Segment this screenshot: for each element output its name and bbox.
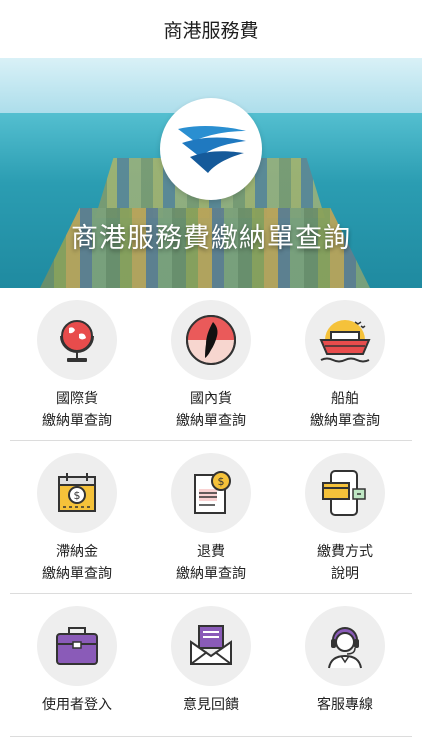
menu-user-login[interactable]: 使用者登入: [10, 594, 144, 736]
svg-text:$: $: [74, 489, 81, 502]
globe-icon: [37, 300, 117, 380]
menu-label: 國內貨: [190, 391, 232, 407]
menu-customer-service[interactable]: 客服專線: [278, 594, 412, 736]
menu-row: $ 滯納金 繳納單查詢 $ 退費 繳納單查詢 繳費方式 說明: [10, 441, 412, 594]
menu-grid: 國際貨 繳納單查詢 國內貨 繳納單查詢 船舶 繳納單查詢 $ 滯納金 繳納單查詢…: [0, 288, 422, 737]
taiwan-map-icon: [171, 300, 251, 380]
banner: 商港服務費繳納單查詢: [0, 58, 422, 288]
menu-international-cargo[interactable]: 國際貨 繳納單查詢: [10, 288, 144, 440]
menu-label: 意見回饋: [183, 697, 239, 713]
menu-label: 繳費方式: [317, 544, 373, 560]
menu-label: 滯納金: [56, 544, 98, 560]
envelope-icon: [171, 606, 251, 686]
menu-label-sub: 繳納單查詢: [310, 413, 380, 429]
menu-refund[interactable]: $ 退費繳納單查詢: [144, 441, 278, 593]
page-title: 商港服務費: [163, 19, 259, 42]
menu-label-sub: 說明: [331, 566, 359, 582]
menu-label-sub: 繳納單查詢: [176, 566, 246, 582]
payment-methods-icon: [305, 453, 385, 533]
menu-row: 使用者登入 意見回饋 客服專線: [10, 594, 412, 737]
menu-payment-methods[interactable]: 繳費方式 說明: [278, 441, 412, 593]
menu-row: 國際貨 繳納單查詢 國內貨 繳納單查詢 船舶 繳納單查詢: [10, 288, 412, 441]
banner-title: 商港服務費繳納單查詢: [71, 223, 351, 254]
calendar-dollar-icon: $: [37, 453, 117, 533]
menu-label: 國際貨: [56, 391, 98, 407]
refund-document-icon: $: [171, 453, 251, 533]
menu-label: 船舶: [331, 391, 359, 407]
briefcase-icon: [37, 606, 117, 686]
menu-late-fee[interactable]: $ 滯納金繳納單查詢: [10, 441, 144, 593]
port-logo: [160, 98, 262, 200]
customer-service-icon: [305, 606, 385, 686]
menu-ship[interactable]: 船舶 繳納單查詢: [278, 288, 412, 440]
menu-label: 使用者登入: [42, 697, 112, 713]
cruise-ship-icon: [305, 300, 385, 380]
menu-domestic-cargo[interactable]: 國內貨 繳納單查詢: [144, 288, 278, 440]
menu-label: 客服專線: [317, 697, 373, 713]
menu-label-sub: 繳納單查詢: [42, 566, 112, 582]
menu-feedback[interactable]: 意見回饋: [144, 594, 278, 736]
app-header: 商港服務費: [0, 0, 422, 58]
menu-label-sub: 繳納單查詢: [176, 413, 246, 429]
menu-label-sub: 繳納單查詢: [42, 413, 112, 429]
svg-text:$: $: [218, 475, 225, 488]
menu-label: 退費: [197, 544, 225, 560]
